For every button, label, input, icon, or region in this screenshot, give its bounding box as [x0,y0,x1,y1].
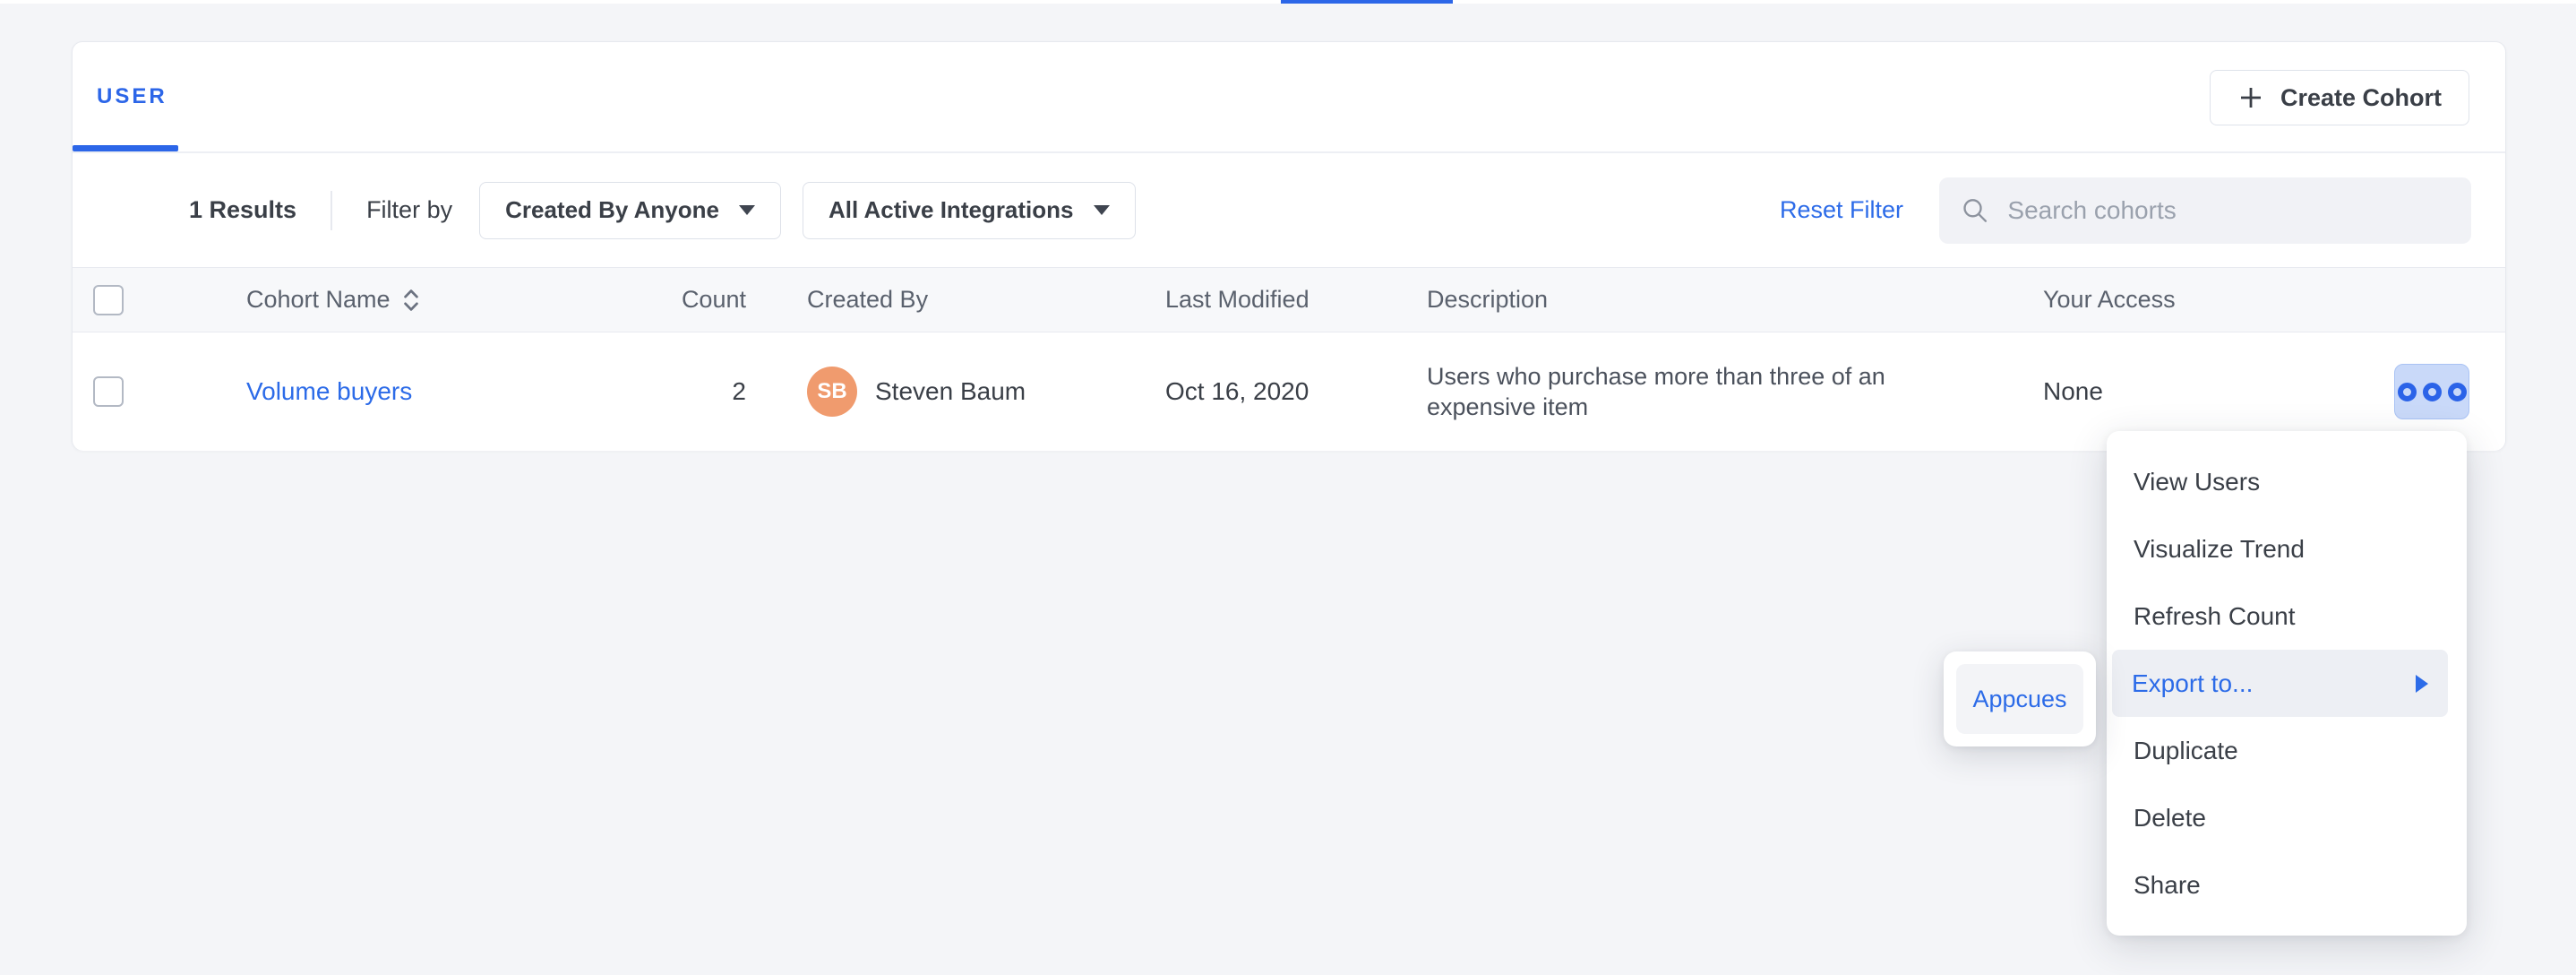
filter-divider [331,191,332,230]
search-icon [1961,194,1989,227]
cohort-type-tabs: USER Create Cohort [73,42,2505,153]
tab-user[interactable]: USER [97,84,167,109]
created-by-filter-dropdown[interactable]: Created By Anyone [479,182,781,239]
search-cohorts-box[interactable] [1939,177,2471,244]
export-submenu: Appcues [1944,651,2096,746]
submenu-arrow-icon [2416,675,2428,693]
create-cohort-label: Create Cohort [2280,84,2442,112]
menu-item-export-to[interactable]: Export to... [2112,650,2448,717]
cohorts-page: USER Create Cohort 1 Results Filter by C… [0,0,2576,975]
row-actions-button[interactable] [2394,364,2469,419]
column-header-your-access: Your Access [2043,286,2323,314]
cohorts-card: USER Create Cohort 1 Results Filter by C… [72,41,2506,451]
search-cohorts-input[interactable] [2005,195,2450,226]
select-all-checkbox[interactable] [93,285,124,315]
reset-filter-link[interactable]: Reset Filter [1780,196,1903,224]
last-modified-date: Oct 16, 2020 [1165,377,1427,406]
created-by-cell: SB Steven Baum [807,367,1165,417]
menu-item-duplicate[interactable]: Duplicate [2107,717,2467,784]
menu-item-visualize-trend[interactable]: Visualize Trend [2107,515,2467,582]
ellipsis-icon [2398,383,2467,401]
submenu-item-appcues[interactable]: Appcues [1956,664,2083,734]
created-by-name: Steven Baum [875,377,1026,406]
column-header-created-by: Created By [807,286,1165,314]
sort-updown-icon [401,288,421,313]
column-header-count: Count [574,286,746,314]
cohort-count: 2 [574,377,746,406]
menu-item-share[interactable]: Share [2107,851,2467,919]
tab-active-underline [73,145,178,151]
column-header-cohort-name[interactable]: Cohort Name [246,286,574,314]
row-checkbox[interactable] [93,376,124,407]
create-cohort-button[interactable]: Create Cohort [2210,70,2469,125]
integrations-filter-dropdown[interactable]: All Active Integrations [803,182,1136,239]
cohort-description: Users who purchase more than three of an… [1427,361,1955,422]
cohort-name-link[interactable]: Volume buyers [246,377,412,405]
caret-down-icon [739,205,755,215]
integrations-filter-label: All Active Integrations [829,196,1074,224]
avatar: SB [807,367,857,417]
plus-icon [2237,84,2264,111]
results-count: 1 Results [189,196,296,224]
active-tab-indicator [1281,0,1453,4]
column-header-last-modified: Last Modified [1165,286,1427,314]
table-header-row: Cohort Name Count Created By Last Modifi… [73,267,2505,332]
cohort-name-header-label: Cohort Name [246,286,391,314]
your-access-value: None [2043,377,2323,406]
caret-down-icon [1094,205,1110,215]
filter-bar: 1 Results Filter by Created By Anyone Al… [73,153,2505,267]
column-header-description: Description [1427,286,2043,314]
created-by-filter-label: Created By Anyone [505,196,719,224]
menu-item-delete[interactable]: Delete [2107,784,2467,851]
export-to-label: Export to... [2132,669,2253,698]
menu-item-refresh-count[interactable]: Refresh Count [2107,582,2467,650]
row-actions-menu: View Users Visualize Trend Refresh Count… [2107,431,2467,936]
filter-by-label: Filter by [366,196,452,224]
menu-item-view-users[interactable]: View Users [2107,448,2467,515]
